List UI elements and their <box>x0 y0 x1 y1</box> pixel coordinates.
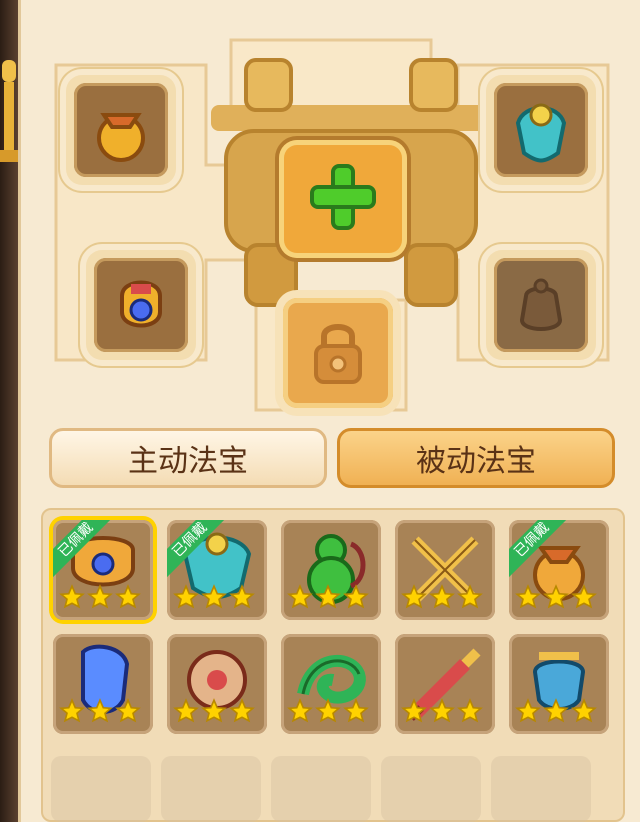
treasure-item[interactable]: 已佩戴 <box>167 520 267 620</box>
star-icon <box>115 584 141 614</box>
armor-helmet-icon <box>120 280 162 328</box>
treasure-item[interactable]: 已佩戴 <box>53 520 153 620</box>
star-icon <box>543 584 569 614</box>
treasure-altar-area <box>21 0 640 420</box>
slot-top-left[interactable] <box>66 75 176 185</box>
treasure-item[interactable] <box>281 520 381 620</box>
star-icon <box>429 698 455 728</box>
treasure-panel: 主动法宝 被动法宝 已佩戴 已佩戴 已佩戴 <box>18 0 640 822</box>
tab-passive-treasure[interactable]: 被动法宝 <box>337 428 615 488</box>
star-icon <box>59 698 85 728</box>
star-icon <box>173 584 199 614</box>
treasure-item[interactable] <box>395 520 495 620</box>
treasure-item[interactable] <box>281 634 381 734</box>
star-icon <box>87 698 113 728</box>
tab-active-treasure[interactable]: 主动法宝 <box>49 428 327 488</box>
more-items-peek <box>51 756 591 822</box>
star-icon <box>87 584 113 614</box>
add-treasure-button[interactable] <box>279 140 407 258</box>
star-icon <box>343 584 369 614</box>
star-icon <box>315 698 341 728</box>
star-icon <box>429 584 455 614</box>
jade-cloud-cloak-icon <box>515 103 567 163</box>
slot-top-right[interactable] <box>486 75 596 185</box>
star-icon <box>543 698 569 728</box>
star-icon <box>457 584 483 614</box>
star-icon <box>515 698 541 728</box>
star-rating <box>59 584 141 614</box>
star-rating <box>287 584 369 614</box>
star-icon <box>229 584 255 614</box>
star-icon <box>571 584 597 614</box>
slot-bottom-right[interactable] <box>486 250 596 360</box>
star-icon <box>343 698 369 728</box>
golden-bag-icon <box>97 113 145 162</box>
slot-bottom-left[interactable] <box>86 250 196 360</box>
star-rating <box>515 698 597 728</box>
treasure-tabs: 主动法宝 被动法宝 <box>49 428 615 490</box>
star-icon <box>173 698 199 728</box>
treasure-item[interactable] <box>53 634 153 734</box>
star-icon <box>315 584 341 614</box>
star-rating <box>401 584 483 614</box>
star-icon <box>229 698 255 728</box>
star-icon <box>571 698 597 728</box>
star-icon <box>287 698 313 728</box>
treasure-item[interactable]: 已佩戴 <box>509 520 609 620</box>
locked-vessel-icon <box>519 278 563 331</box>
star-icon <box>515 584 541 614</box>
star-rating <box>401 698 483 728</box>
star-rating <box>515 584 597 614</box>
star-rating <box>173 698 255 728</box>
star-icon <box>401 698 427 728</box>
star-rating <box>59 698 141 728</box>
star-icon <box>287 584 313 614</box>
star-icon <box>59 584 85 614</box>
plus-icon <box>310 164 376 230</box>
star-icon <box>201 698 227 728</box>
star-icon <box>115 698 141 728</box>
star-icon <box>201 584 227 614</box>
star-icon <box>457 698 483 728</box>
treasure-item[interactable] <box>395 634 495 734</box>
tassel-ornament <box>0 60 18 162</box>
star-rating <box>287 698 369 728</box>
star-icon <box>401 584 427 614</box>
star-rating <box>173 584 255 614</box>
locked-slot[interactable] <box>283 298 393 408</box>
lock-icon <box>314 324 362 384</box>
treasure-item[interactable] <box>509 634 609 734</box>
treasure-item[interactable] <box>167 634 267 734</box>
